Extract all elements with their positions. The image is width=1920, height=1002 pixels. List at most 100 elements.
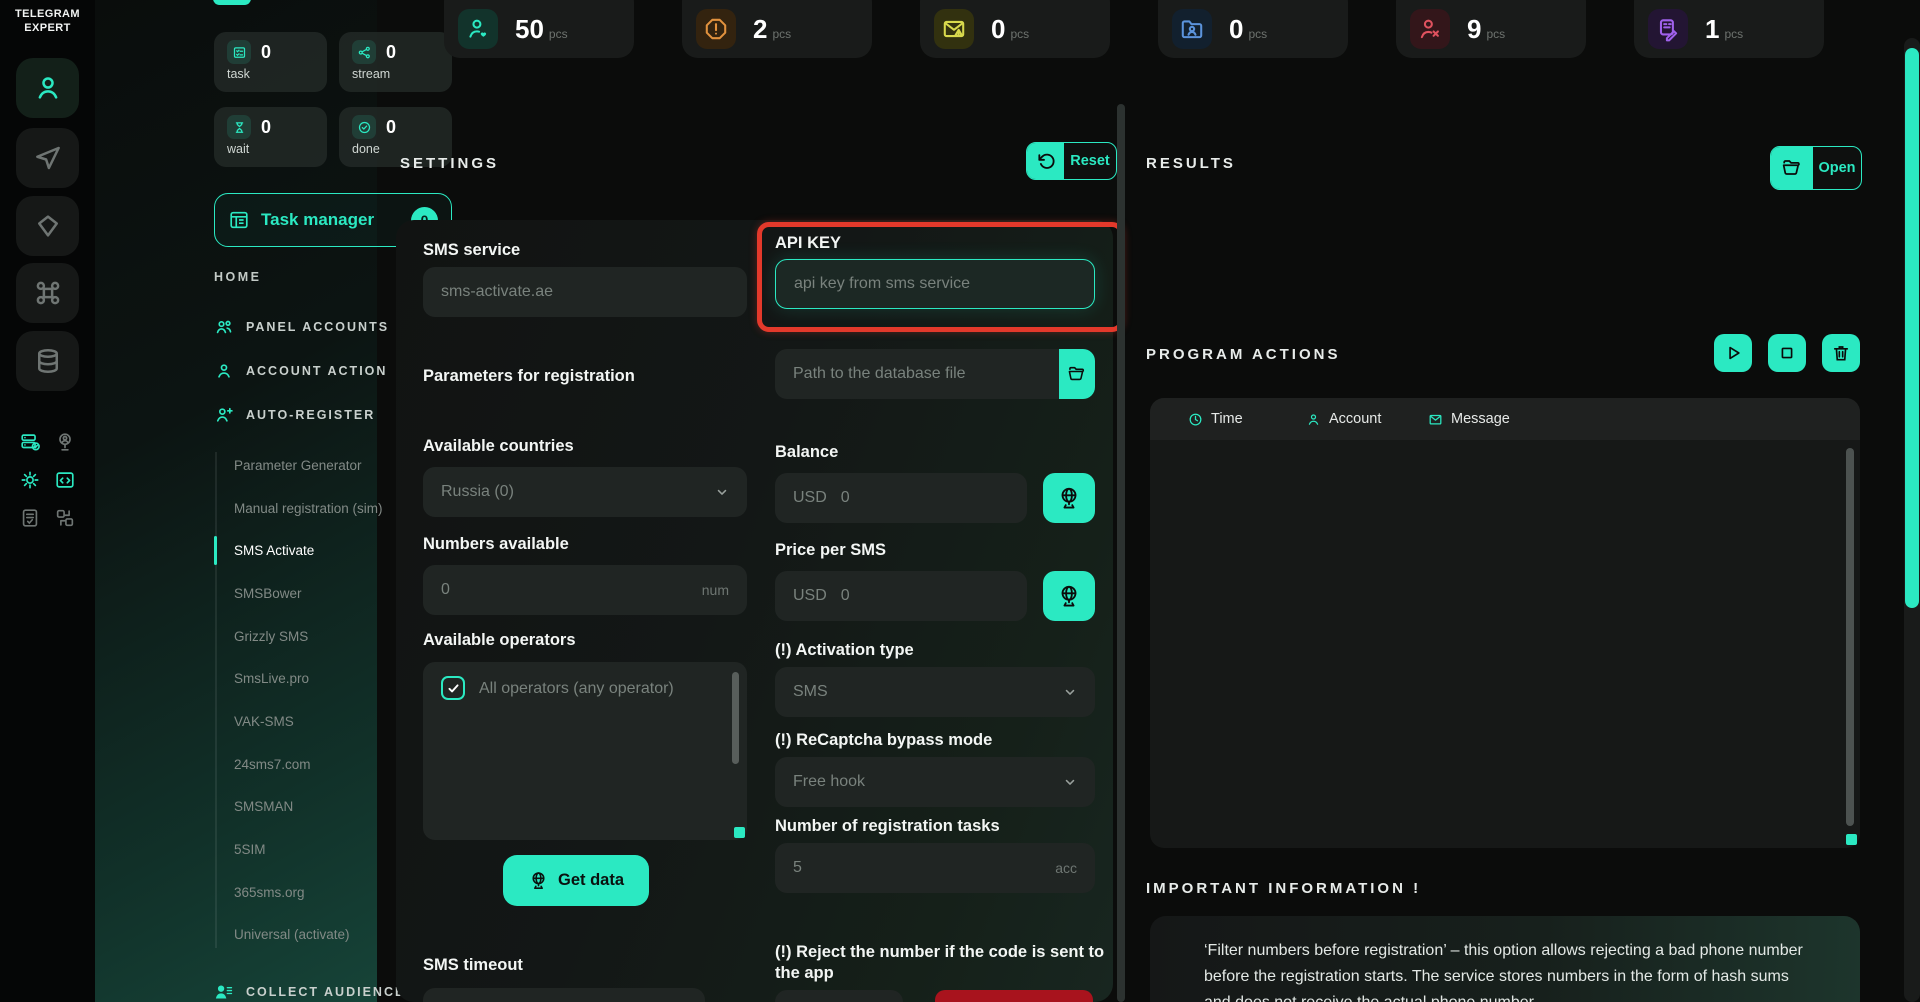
operators-listbox[interactable]: All operators (any operator): [423, 662, 747, 840]
play-button[interactable]: [1714, 334, 1752, 372]
results-title: RESULTS: [1146, 155, 1236, 172]
logo-line1: TELEGRAM: [15, 8, 80, 20]
person-plus-icon: [214, 405, 234, 425]
reject-number-label: (!) Reject the number if the code is sen…: [775, 943, 1105, 982]
rail-accounts-button[interactable]: [16, 58, 79, 118]
operators-resize-grip[interactable]: [734, 827, 745, 838]
checklist-icon: [227, 40, 251, 64]
folder-open-icon: [1771, 147, 1813, 189]
person-webcam-icon[interactable]: [53, 430, 77, 454]
database-path-field[interactable]: Path to the database file: [775, 349, 1095, 399]
section-home[interactable]: HOME: [214, 270, 262, 284]
sidebar: 0 task 0 stream 0 wait 0 done Task manag…: [95, 0, 452, 1002]
globe-icon: [528, 870, 549, 891]
diamond-icon: [33, 211, 63, 241]
rail-send-button[interactable]: [16, 128, 79, 188]
operators-scrollbar[interactable]: [732, 672, 739, 764]
person-list-icon: [214, 982, 234, 1002]
globe-icon: [1056, 583, 1082, 609]
table-header: Time Account Message: [1150, 398, 1860, 440]
rail-premium-button[interactable]: [16, 196, 79, 256]
code-window-icon[interactable]: [53, 468, 77, 492]
table-scrollbar[interactable]: [1846, 448, 1854, 826]
countries-select[interactable]: Russia (0): [423, 467, 747, 517]
recaptcha-mode-value: Free hook: [793, 773, 866, 790]
counter-unit: pcs: [1724, 27, 1744, 41]
chevron-down-icon: [1063, 685, 1077, 699]
stop-icon: [1777, 343, 1797, 363]
counter-value: 0: [991, 13, 1006, 44]
counter-unit: pcs: [1010, 27, 1030, 41]
price-currency: USD: [793, 587, 827, 604]
countries-label: Available countries: [423, 437, 574, 455]
balance-label: Balance: [775, 443, 839, 461]
stat-card-wait: 0 wait: [214, 107, 327, 167]
counter-card-registered: 1 pcs: [1634, 0, 1824, 58]
reject-number-field[interactable]: [775, 990, 903, 1002]
settings-scrollbar[interactable]: [1117, 104, 1125, 1002]
chevron-down-icon: [1063, 775, 1077, 789]
rail-database-button[interactable]: [16, 331, 79, 391]
program-actions-title: PROGRAM ACTIONS: [1146, 346, 1341, 363]
important-info-card: ‘Filter numbers before registration’ – t…: [1150, 916, 1860, 1002]
column-time[interactable]: Time: [1188, 411, 1306, 427]
app-window: TELEGRAM EXPERT 0 task 0 stream 0 wait 0…: [0, 0, 1920, 1002]
stat-value: 0: [261, 116, 272, 137]
danger-button-clipped[interactable]: [935, 990, 1093, 1002]
recaptcha-mode-label: (!) ReCaptcha bypass mode: [775, 731, 993, 749]
price-amount: 0: [840, 587, 850, 604]
logo-line2: EXPERT: [24, 22, 71, 34]
activation-type-label: (!) Activation type: [775, 641, 914, 659]
person-icon: [33, 73, 63, 103]
get-data-button[interactable]: Get data: [503, 855, 649, 906]
person-icon: [214, 361, 234, 381]
counter-value: 1: [1705, 13, 1720, 44]
table-resize-grip[interactable]: [1846, 834, 1857, 845]
price-refresh-button[interactable]: [1043, 571, 1095, 621]
person-heart-icon: [458, 9, 498, 49]
stat-card-task: 0 task: [214, 32, 327, 92]
share-icon: [352, 40, 376, 64]
checkbox-checked-icon[interactable]: [441, 676, 465, 700]
swap-blocks-icon[interactable]: [53, 506, 77, 530]
settings-title: SETTINGS: [400, 155, 500, 172]
sms-timeout-field[interactable]: [423, 988, 705, 1002]
recaptcha-mode-select[interactable]: Free hook: [775, 757, 1095, 807]
task-manager-icon: [228, 209, 250, 231]
column-account[interactable]: Account: [1306, 411, 1428, 427]
reset-button[interactable]: Reset: [1026, 142, 1117, 180]
activation-type-value: SMS: [793, 683, 828, 700]
delete-button[interactable]: [1822, 334, 1860, 372]
activation-type-select[interactable]: SMS: [775, 667, 1095, 717]
counter-card-archive: 0 pcs: [1158, 0, 1348, 58]
check-circle-icon: [352, 115, 376, 139]
sidebar-item-label: PANEL ACCOUNTS: [246, 320, 390, 334]
balance-refresh-button[interactable]: [1043, 473, 1095, 523]
rail-commands-button[interactable]: [16, 263, 79, 323]
reg-tasks-field[interactable]: 5 acc: [775, 843, 1095, 893]
page-scrollbar-thumb[interactable]: [1905, 48, 1919, 608]
gear-icon[interactable]: [18, 468, 42, 492]
sms-service-input[interactable]: [423, 267, 747, 317]
paper-plane-icon: [33, 143, 63, 173]
numbers-available-label: Numbers available: [423, 535, 569, 553]
column-message[interactable]: Message: [1428, 411, 1510, 427]
document-check-icon[interactable]: [18, 506, 42, 530]
reset-label: Reset: [1070, 153, 1110, 169]
server-check-icon[interactable]: [18, 430, 42, 454]
api-key-label: API KEY: [775, 234, 842, 252]
open-results-button[interactable]: Open: [1770, 146, 1862, 190]
stop-button[interactable]: [1768, 334, 1806, 372]
operators-option-label: All operators (any operator): [479, 680, 674, 697]
operators-label: Available operators: [423, 631, 576, 649]
column-label: Time: [1211, 411, 1243, 427]
counter-value: 0: [1229, 13, 1244, 44]
people-icon: [214, 317, 234, 337]
price-field[interactable]: USD 0: [775, 571, 1027, 621]
icon-rail: TELEGRAM EXPERT: [0, 0, 95, 1002]
api-key-input[interactable]: [775, 259, 1095, 309]
balance-field[interactable]: USD 0: [775, 473, 1027, 523]
counter-card-spam: 0 pcs: [920, 0, 1110, 58]
numbers-available-field[interactable]: 0 num: [423, 565, 747, 615]
folder-open-icon[interactable]: [1059, 349, 1095, 399]
